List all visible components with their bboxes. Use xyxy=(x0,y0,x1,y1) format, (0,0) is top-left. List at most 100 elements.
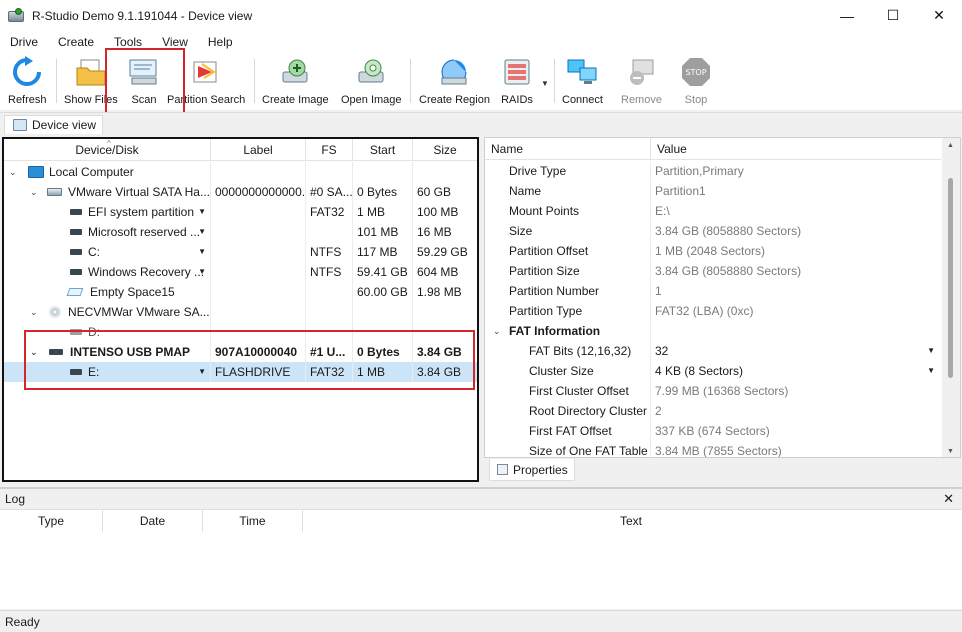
partition-icon xyxy=(70,209,82,215)
remove-button[interactable]: Remove xyxy=(621,56,662,108)
open-image-button[interactable]: Open Image xyxy=(341,56,402,108)
computer-icon xyxy=(28,166,44,178)
empty-space-icon xyxy=(66,288,84,296)
tab-properties[interactable]: Properties xyxy=(489,459,575,481)
close-button[interactable]: ✕ xyxy=(916,0,962,31)
tree-row[interactable]: EFI system partition ▼ FAT32 1 MB 100 MB xyxy=(4,202,477,222)
collapse-icon[interactable]: ⌄ xyxy=(9,162,17,182)
title-bar: R-Studio Demo 9.1.191044 - Device view —… xyxy=(0,0,962,31)
create-image-icon xyxy=(279,56,311,88)
tree-row[interactable]: Microsoft reserved ... ▼ 101 MB 16 MB xyxy=(4,222,477,242)
tree-row[interactable]: ⌄ Local Computer xyxy=(4,162,477,182)
properties-icon xyxy=(497,464,508,475)
col-start[interactable]: Start xyxy=(353,139,413,161)
close-icon[interactable]: ✕ xyxy=(943,491,954,507)
property-group-fat-information[interactable]: ⌄ FAT Information xyxy=(485,321,941,341)
create-region-icon xyxy=(438,56,470,88)
scroll-down-icon[interactable]: ▼ xyxy=(947,448,954,455)
refresh-icon xyxy=(11,56,43,88)
connect-icon xyxy=(566,56,598,88)
partition-search-icon xyxy=(190,56,222,88)
collapse-icon[interactable]: ⌄ xyxy=(30,302,38,322)
chevron-down-icon: ▼ xyxy=(927,346,935,355)
partition-icon xyxy=(70,249,82,255)
status-text: Ready xyxy=(5,615,40,629)
col-type[interactable]: Type xyxy=(0,510,103,532)
chevron-down-icon[interactable]: ▼ xyxy=(198,222,206,242)
property-row[interactable]: FAT Bits (12,16,32) 32 ▼ xyxy=(485,341,941,361)
log-header: Log ✕ xyxy=(0,489,962,509)
device-view-icon xyxy=(13,119,27,131)
minimize-button[interactable]: — xyxy=(824,0,870,31)
open-image-icon xyxy=(355,56,387,88)
partition-icon xyxy=(70,269,82,275)
col-size[interactable]: Size xyxy=(413,139,477,161)
property-row[interactable]: Mount Points E:\ xyxy=(485,201,941,221)
fat-bits-select[interactable]: 32 ▼ xyxy=(651,341,941,361)
col-value[interactable]: Value xyxy=(651,138,941,160)
property-row[interactable]: Partition Type FAT32 (LBA) (0xc) xyxy=(485,301,941,321)
log-header-row: Type Date Time Text xyxy=(0,510,959,532)
property-row[interactable]: Size of One FAT Table 3.84 MB (7855 Secto… xyxy=(485,441,941,457)
dvd-drive-icon xyxy=(49,306,61,318)
collapse-icon[interactable]: ⌄ xyxy=(493,321,501,341)
tree-row[interactable]: C: ▼ NTFS 117 MB 59.29 GB xyxy=(4,242,477,262)
properties-scrollbar[interactable]: ▲ ▼ xyxy=(942,138,960,457)
device-tree-panel: ^ Device/Disk Label FS Start Size ⌄ Local… xyxy=(2,137,479,482)
view-tab-bar: Device view xyxy=(0,112,962,134)
chevron-down-icon[interactable]: ▼ xyxy=(198,202,206,222)
tree-row[interactable]: Windows Recovery ... ▼ NTFS 59.41 GB 604… xyxy=(4,262,477,282)
property-row[interactable]: Name Partition1 xyxy=(485,181,941,201)
col-label[interactable]: Label xyxy=(211,139,306,161)
property-row[interactable]: First FAT Offset 337 KB (674 Sectors) xyxy=(485,421,941,441)
tree-row[interactable]: ⌄ VMware Virtual SATA Ha... 000000000000… xyxy=(4,182,477,202)
scrollbar-thumb[interactable] xyxy=(948,178,953,378)
menu-create[interactable]: Create xyxy=(48,31,104,53)
properties-header: Name Value xyxy=(485,138,941,160)
device-tree-header: ^ Device/Disk Label FS Start Size xyxy=(4,139,477,161)
property-row[interactable]: Partition Size 3.84 GB (8058880 Sectors) xyxy=(485,261,941,281)
svg-text:STOP: STOP xyxy=(685,68,706,77)
cluster-size-select[interactable]: 4 KB (8 Sectors) ▼ xyxy=(651,361,941,381)
col-name[interactable]: Name xyxy=(485,138,651,160)
create-region-button[interactable]: Create Region xyxy=(419,56,490,108)
chevron-down-icon[interactable]: ▼ xyxy=(198,262,206,282)
tree-row[interactable]: ⌄ NECVMWar VMware SA... xyxy=(4,302,477,322)
col-fs[interactable]: FS xyxy=(306,139,353,161)
property-row[interactable]: Partition Number 1 xyxy=(485,281,941,301)
property-row[interactable]: Partition Offset 1 MB (2048 Sectors) xyxy=(485,241,941,261)
partition-icon xyxy=(70,229,82,235)
property-row[interactable]: First Cluster Offset 7.99 MB (16368 Secto… xyxy=(485,381,941,401)
menu-drive[interactable]: Drive xyxy=(0,31,48,53)
hard-disk-icon xyxy=(47,188,62,196)
stop-icon: STOP xyxy=(680,56,712,88)
raids-dropdown-icon[interactable]: ▼ xyxy=(541,79,549,88)
tab-device-view[interactable]: Device view xyxy=(4,115,104,134)
refresh-button[interactable]: Refresh xyxy=(8,56,47,108)
remove-icon xyxy=(625,56,657,88)
raids-icon xyxy=(501,56,533,88)
r-studio-app-icon xyxy=(8,7,24,24)
scroll-up-icon[interactable]: ▲ xyxy=(947,142,954,149)
stop-button[interactable]: STOP Stop xyxy=(680,56,712,108)
tree-row[interactable]: Empty Space15 60.00 GB 1.98 MB xyxy=(4,282,477,302)
usb-drive-highlight-box xyxy=(24,330,475,390)
connect-button[interactable]: Connect xyxy=(562,56,603,108)
create-image-button[interactable]: Create Image xyxy=(262,56,329,108)
property-row[interactable]: Drive Type Partition,Primary xyxy=(485,161,941,181)
property-row[interactable]: Cluster Size 4 KB (8 Sectors) ▼ xyxy=(485,361,941,381)
col-time[interactable]: Time xyxy=(203,510,303,532)
status-bar: Ready xyxy=(0,610,962,632)
property-row[interactable]: Size 3.84 GB (8058880 Sectors) xyxy=(485,221,941,241)
col-date[interactable]: Date xyxy=(103,510,203,532)
menu-help[interactable]: Help xyxy=(198,31,243,53)
col-text[interactable]: Text xyxy=(303,510,959,532)
chevron-down-icon: ▼ xyxy=(927,366,935,375)
raids-button[interactable]: RAIDs xyxy=(501,56,533,108)
maximize-button[interactable]: ☐ xyxy=(870,0,916,31)
property-row[interactable]: Root Directory Cluster 2 xyxy=(485,401,941,421)
chevron-down-icon[interactable]: ▼ xyxy=(198,242,206,262)
col-device-disk[interactable]: ^ Device/Disk xyxy=(4,139,211,161)
collapse-icon[interactable]: ⌄ xyxy=(30,182,38,202)
log-panel: Type Date Time Text xyxy=(0,509,962,609)
